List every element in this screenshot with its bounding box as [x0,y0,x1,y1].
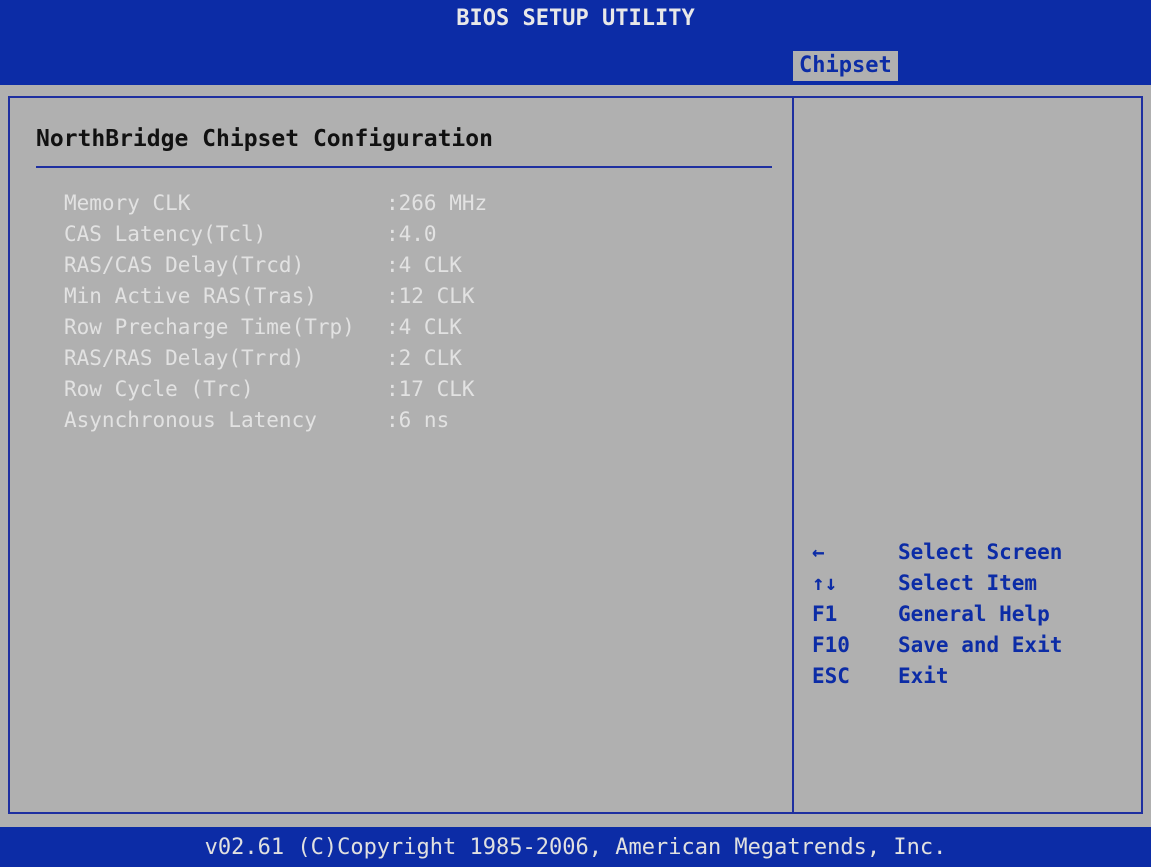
help-row-select-item: ↑↓ Select Item [812,568,1062,599]
info-value: :4.0 [386,222,437,246]
app-title: BIOS SETUP UTILITY [456,6,695,31]
info-value: :4 CLK [386,253,462,277]
info-label: RAS/RAS Delay(Trrd) [64,346,305,370]
main-area: NorthBridge Chipset Configuration Memory… [0,85,1151,827]
panel-divider [792,98,794,812]
help-panel: ← Select Screen ↑↓ Select Item F1 General H… [812,537,1062,692]
info-label: Row Cycle (Trc) [64,377,254,401]
section-title: NorthBridge Chipset Configuration [36,126,493,152]
up-down-arrows-icon: ↑↓ [812,571,838,595]
info-label: Memory CLK [64,191,191,215]
help-action: Save and Exit [898,633,1063,657]
help-key: ESC [812,664,850,688]
info-label: Min Active RAS(Tras) [64,284,317,308]
info-label: CAS Latency(Tcl) [64,222,267,246]
info-label: Row Precharge Time(Trp) [64,315,355,339]
help-row-exit: ESC Exit [812,661,1062,692]
info-list: Memory CLK:266 MHz CAS Latency(Tcl):4.0 … [64,188,487,436]
left-arrow-icon: ← [812,540,825,564]
tab-bar: Chipset [0,47,1151,85]
info-row-cas-latency: CAS Latency(Tcl) :4.0 [64,219,487,250]
info-label: Asynchronous Latency [64,408,317,432]
help-action: Exit [898,664,949,688]
info-row-ras-ras-delay: RAS/RAS Delay(Trrd) :2 CLK [64,343,487,374]
help-key: F1 [812,602,838,626]
info-row-min-active-ras: Min Active RAS(Tras) :12 CLK [64,281,487,312]
title-bar: BIOS SETUP UTILITY [0,0,1151,47]
info-value: :4 CLK [386,315,462,339]
info-row-row-precharge: Row Precharge Time(Trp) :4 CLK [64,312,487,343]
help-row-general-help: F1 General Help [812,599,1062,630]
tab-chipset[interactable]: Chipset [793,51,898,81]
info-value: :266 MHz [386,191,488,215]
help-key: F10 [812,633,850,657]
footer-bar: v02.61 (C)Copyright 1985-2006, American … [0,827,1151,867]
section-underline [36,166,772,168]
info-row-memory-clk: Memory CLK :266 MHz [64,188,487,219]
info-row-async-latency: Asynchronous Latency :6 ns [64,405,487,436]
info-value: :2 CLK [386,346,462,370]
content-frame: NorthBridge Chipset Configuration Memory… [8,96,1143,814]
help-action: General Help [898,602,1050,626]
info-value: :6 ns [386,408,450,432]
info-label: RAS/CAS Delay(Trcd) [64,253,305,277]
info-value: :17 CLK [386,377,475,401]
help-row-select-screen: ← Select Screen [812,537,1062,568]
help-row-save-exit: F10 Save and Exit [812,630,1062,661]
help-action: Select Screen [898,540,1063,564]
info-row-row-cycle: Row Cycle (Trc) :17 CLK [64,374,487,405]
copyright-text: v02.61 (C)Copyright 1985-2006, American … [204,835,947,860]
info-row-ras-cas-delay: RAS/CAS Delay(Trcd) :4 CLK [64,250,487,281]
help-action: Select Item [898,571,1038,595]
info-value: :12 CLK [386,284,475,308]
